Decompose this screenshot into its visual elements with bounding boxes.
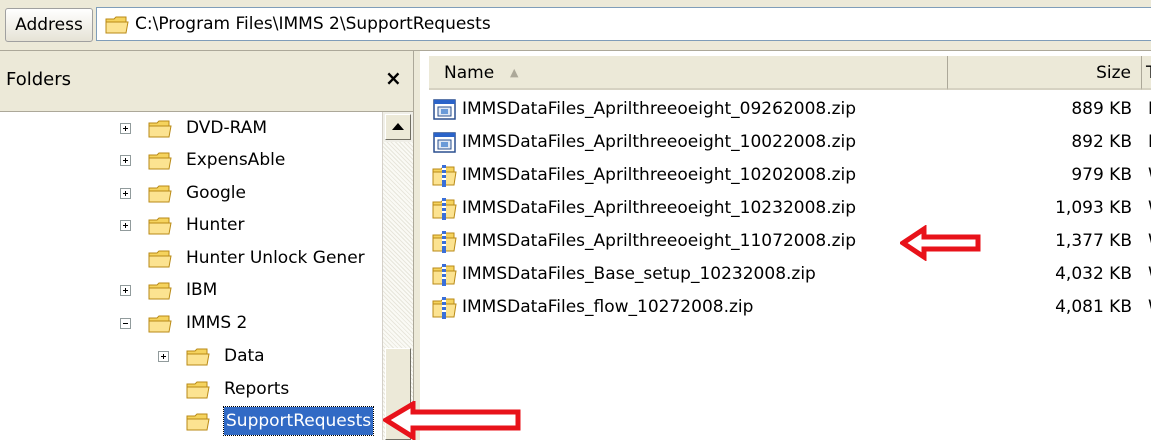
- folder-icon: [148, 217, 172, 235]
- file-size: 4,081 KB: [1055, 297, 1132, 317]
- tree-item-label: Google: [186, 183, 246, 203]
- zip-folder-icon: [432, 198, 457, 220]
- expand-plus-icon[interactable]: [120, 188, 131, 199]
- address-path[interactable]: C:\Program Files\IMMS 2\SupportRequests: [135, 8, 491, 40]
- tree-item-data[interactable]: Data: [0, 340, 382, 373]
- folder-icon: [148, 120, 172, 138]
- address-field[interactable]: C:\Program Files\IMMS 2\SupportRequests: [96, 7, 1151, 41]
- file-size: 889 KB: [1071, 99, 1132, 119]
- folder-tree-scrollbar[interactable]: [382, 112, 413, 440]
- tree-item-imms-2[interactable]: IMMS 2: [0, 307, 382, 340]
- expand-plus-icon[interactable]: [120, 220, 131, 231]
- folders-pane: Folders × DVD-RAM ExpensAble Google Hunter H…: [0, 51, 413, 440]
- tree-item-label: IMMS 2: [186, 313, 248, 333]
- expand-plus-icon[interactable]: [120, 123, 131, 134]
- tree-item-label: DVD-RAM: [186, 118, 268, 138]
- tree-item-label: IBM: [186, 280, 218, 300]
- folder-icon: [105, 16, 129, 34]
- file-row[interactable]: IMMSDataFiles_Aprilthreeoeight_09262008.…: [421, 94, 1151, 125]
- folder-icon: [186, 381, 210, 399]
- archive-window-icon: [433, 132, 456, 153]
- column-header-name[interactable]: Name ▲: [429, 56, 948, 90]
- zip-folder-icon: [432, 297, 457, 319]
- tree-item-dvd-ram[interactable]: DVD-RAM: [0, 112, 382, 145]
- address-bar: Address C:\Program Files\IMMS 2\SupportR…: [0, 0, 1151, 51]
- file-row[interactable]: IMMSDataFiles_Aprilthreeoeight_11072008.…: [421, 226, 1151, 257]
- tree-item-expensable[interactable]: ExpensAble: [0, 144, 382, 177]
- folder-icon: [148, 282, 172, 300]
- sort-ascending-icon: ▲: [510, 66, 519, 79]
- folders-title: Folders: [6, 69, 72, 90]
- tree-item-google[interactable]: Google: [0, 177, 382, 210]
- file-list: Name ▲ Size T IMMSDataFiles_Aprilthreeoe…: [421, 51, 1151, 440]
- column-header-size[interactable]: Size: [948, 56, 1142, 90]
- folders-header: Folders ×: [0, 51, 413, 112]
- tree-item-label: Hunter: [186, 215, 245, 235]
- file-name: IMMSDataFiles_Aprilthreeoeight_11072008.…: [462, 231, 857, 251]
- file-size: 979 KB: [1071, 165, 1132, 185]
- file-name: IMMSDataFiles_flow_10272008.zip: [462, 297, 754, 317]
- column-name-label: Name: [444, 63, 495, 83]
- tree-item-ibm[interactable]: IBM: [0, 274, 382, 307]
- zip-folder-icon: [432, 165, 457, 187]
- file-row[interactable]: IMMSDataFiles_Aprilthreeoeight_10022008.…: [421, 127, 1151, 158]
- folder-tree: DVD-RAM ExpensAble Google Hunter Hunter Unlo…: [0, 112, 382, 440]
- tree-item-supportrequests[interactable]: SupportRequests: [0, 405, 382, 438]
- annotation-arrow-icon: [900, 225, 981, 261]
- file-name: IMMSDataFiles_Base_setup_10232008.zip: [462, 264, 816, 284]
- tree-item-hunter[interactable]: Hunter: [0, 209, 382, 242]
- tree-item-label: Reports: [224, 379, 290, 399]
- folder-icon: [186, 413, 210, 431]
- expand-plus-icon[interactable]: [120, 155, 131, 166]
- file-size: 4,032 KB: [1055, 264, 1132, 284]
- annotation-arrow-icon: [383, 401, 521, 440]
- tree-item-label: Data: [224, 346, 265, 366]
- archive-window-icon: [433, 99, 456, 120]
- close-icon[interactable]: ×: [385, 66, 402, 90]
- file-row[interactable]: IMMSDataFiles_Aprilthreeoeight_10232008.…: [421, 193, 1151, 224]
- file-size: 1,093 KB: [1055, 198, 1132, 218]
- folder-icon: [186, 348, 210, 366]
- folder-icon: [148, 152, 172, 170]
- tree-item-label: SupportRequests: [222, 406, 375, 436]
- expand-plus-icon[interactable]: [120, 285, 131, 296]
- tree-item-label: Hunter Unlock Gener: [186, 248, 365, 268]
- column-header-type[interactable]: T: [1142, 56, 1151, 90]
- file-name: IMMSDataFiles_Aprilthreeoeight_10202008.…: [462, 165, 857, 185]
- scroll-up-arrow-icon[interactable]: [385, 114, 411, 140]
- expand-plus-icon[interactable]: [158, 351, 169, 362]
- zip-folder-icon: [432, 231, 457, 253]
- file-row[interactable]: IMMSDataFiles_Aprilthreeoeight_10202008.…: [421, 160, 1151, 191]
- zip-folder-icon: [432, 264, 457, 286]
- file-row[interactable]: IMMSDataFiles_flow_10272008.zip4,081 KBW: [421, 292, 1151, 323]
- file-row[interactable]: IMMSDataFiles_Base_setup_10232008.zip 4,0…: [421, 259, 1151, 290]
- folder-icon: [148, 185, 172, 203]
- file-name: IMMSDataFiles_Aprilthreeoeight_10232008.…: [462, 198, 857, 218]
- folder-icon: [148, 250, 172, 268]
- tree-item-reports[interactable]: Reports: [0, 373, 382, 406]
- column-size-label: Size: [1096, 63, 1131, 83]
- file-name: IMMSDataFiles_Aprilthreeoeight_10022008.…: [462, 132, 857, 152]
- tree-item-label: ExpensAble: [186, 150, 286, 170]
- tree-item-hunter-unlock-gener[interactable]: Hunter Unlock Gener: [0, 242, 382, 275]
- file-name: IMMSDataFiles_Aprilthreeoeight_09262008.…: [462, 99, 857, 119]
- collapse-minus-icon[interactable]: [120, 318, 131, 329]
- column-type-label: T: [1146, 63, 1151, 83]
- file-size: 892 KB: [1071, 132, 1132, 152]
- address-label[interactable]: Address: [5, 8, 93, 42]
- folder-icon: [148, 315, 172, 333]
- pane-splitter[interactable]: [413, 51, 421, 440]
